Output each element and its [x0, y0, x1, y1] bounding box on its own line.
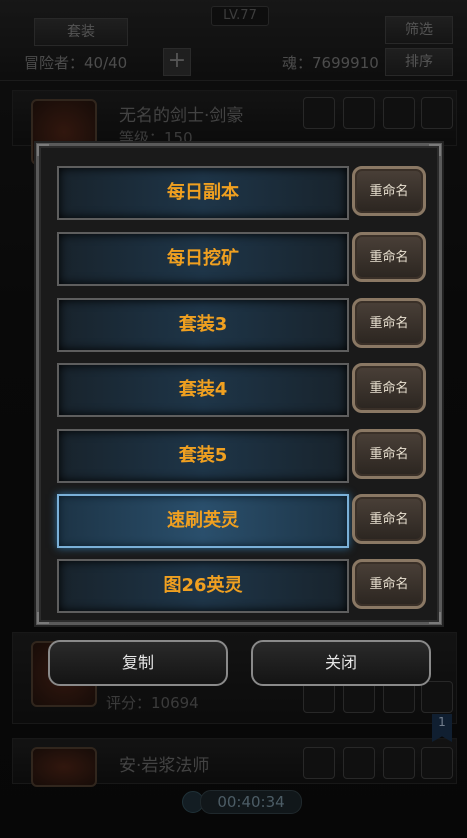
rename-button-3[interactable]: 重命名 — [352, 298, 426, 348]
suit-dialog: 每日副本 重命名 每日挖矿 重命名 套装3 重命名 套装4 重命名 套装5 重命… — [36, 143, 442, 625]
suit-row-2[interactable]: 每日挖矿 — [57, 232, 349, 286]
suit-row-label: 图26英灵 — [163, 575, 243, 596]
suit-row-label: 套装5 — [178, 445, 228, 466]
suit-row-5[interactable]: 套装5 — [57, 429, 349, 483]
rename-button-1[interactable]: 重命名 — [352, 166, 426, 216]
rename-button-6[interactable]: 重命名 — [352, 494, 426, 544]
dialog-corner — [37, 144, 49, 156]
suit-row-7[interactable]: 图26英灵 — [57, 559, 349, 613]
rename-button-5[interactable]: 重命名 — [352, 429, 426, 479]
suit-row-4[interactable]: 套装4 — [57, 363, 349, 417]
suit-row-label: 每日挖矿 — [167, 248, 239, 269]
suit-row-label: 套装3 — [178, 314, 228, 335]
dialog-corner — [37, 612, 49, 624]
rename-button-4[interactable]: 重命名 — [352, 363, 426, 413]
rename-button-7[interactable]: 重命名 — [352, 559, 426, 609]
suit-row-6-selected[interactable]: 速刷英灵 — [57, 494, 349, 548]
rename-button-2[interactable]: 重命名 — [352, 232, 426, 282]
suit-row-1[interactable]: 每日副本 — [57, 166, 349, 220]
close-button[interactable]: 关闭 — [251, 640, 431, 686]
suit-row-3[interactable]: 套装3 — [57, 298, 349, 352]
suit-row-label: 每日副本 — [167, 182, 239, 203]
dialog-corner — [429, 612, 441, 624]
dialog-corner — [429, 144, 441, 156]
suit-row-label: 套装4 — [178, 379, 228, 400]
copy-button[interactable]: 复制 — [48, 640, 228, 686]
suit-row-label: 速刷英灵 — [167, 510, 239, 531]
